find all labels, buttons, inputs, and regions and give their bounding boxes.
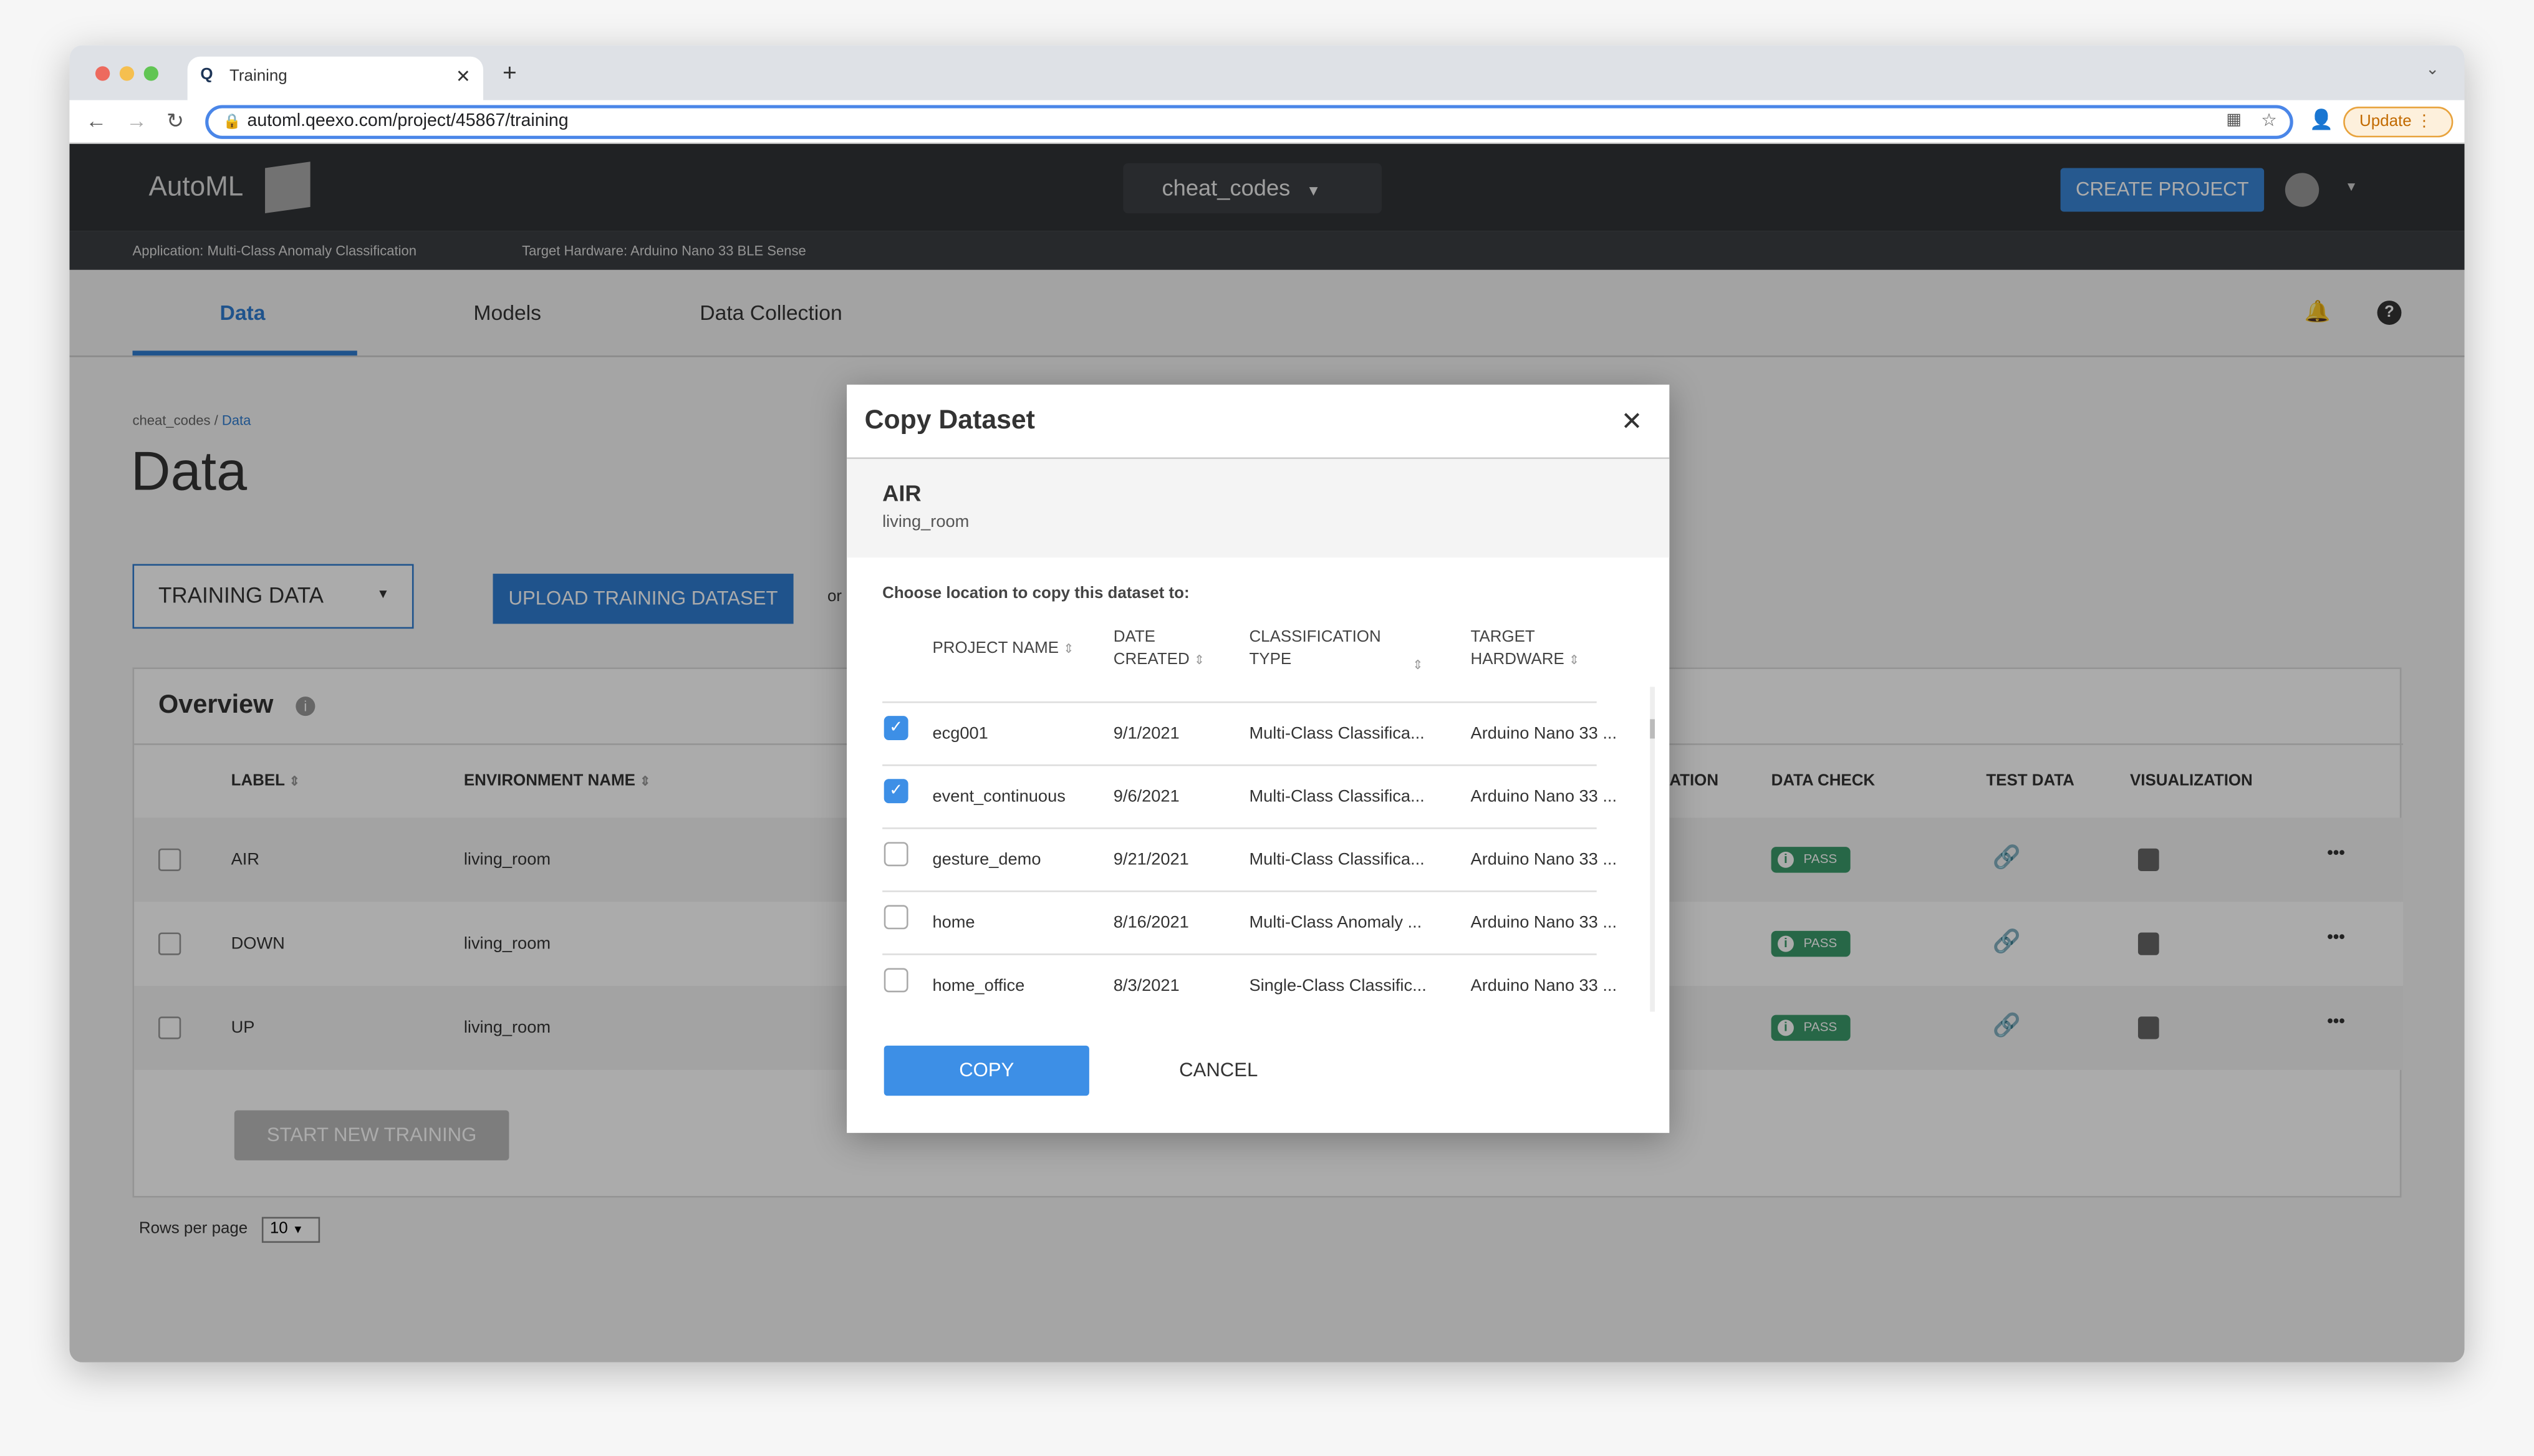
project-name: gesture_demo bbox=[932, 850, 1041, 870]
tab-list-chevron-icon[interactable]: ⌄ bbox=[2426, 61, 2439, 79]
new-tab-icon[interactable]: + bbox=[503, 60, 517, 87]
dataset-label: AIR bbox=[882, 480, 922, 506]
sort-icon: ⇕ bbox=[1568, 653, 1580, 668]
scrollbar-track[interactable] bbox=[1650, 687, 1655, 1012]
date-created: 9/1/2021 bbox=[1113, 724, 1180, 744]
date-created: 8/16/2021 bbox=[1113, 913, 1189, 933]
qr-code-icon[interactable]: ▦ bbox=[2226, 112, 2242, 130]
close-tab-icon[interactable]: ✕ bbox=[456, 66, 471, 87]
reload-icon[interactable]: ↻ bbox=[166, 108, 184, 134]
header-text: PROJECT NAME bbox=[932, 640, 1059, 658]
update-label: Update bbox=[2359, 113, 2412, 131]
project-row[interactable]: ✓ ecg001 9/1/2021 Multi-Class Classifica...… bbox=[882, 701, 1617, 764]
profile-icon[interactable]: 👤 bbox=[2310, 108, 2334, 131]
header-text: HARDWARE bbox=[1470, 651, 1564, 670]
scrollbar-thumb[interactable] bbox=[1650, 719, 1655, 739]
close-icon[interactable]: ✕ bbox=[1621, 406, 1643, 438]
target-hardware: Arduino Nano 33 ... bbox=[1470, 787, 1617, 807]
project-row[interactable]: home 8/16/2021 Multi-Class Anomaly ... Ardu… bbox=[882, 890, 1617, 953]
row-checkbox[interactable] bbox=[884, 905, 908, 930]
row-checkbox[interactable]: ✓ bbox=[884, 779, 908, 804]
project-name: home_office bbox=[932, 976, 1025, 996]
project-row[interactable]: gesture_demo 9/21/2021 Multi-Class Classif… bbox=[882, 827, 1617, 890]
date-created: 9/21/2021 bbox=[1113, 850, 1189, 870]
header-text: CLASSIFICATION bbox=[1249, 629, 1381, 647]
tab-title: Training bbox=[229, 67, 287, 86]
url-input[interactable]: 🔒 automl.qeexo.com/project/45867/trainin… bbox=[205, 105, 2293, 139]
project-name: home bbox=[932, 913, 975, 933]
project-row[interactable]: home_office 8/3/2021 Single-Class Classifi… bbox=[882, 953, 1617, 1016]
update-button[interactable]: Update ⋮ bbox=[2343, 107, 2454, 138]
header-text: DATE bbox=[1113, 629, 1155, 647]
header-project-name[interactable]: PROJECT NAME ⇕ bbox=[932, 639, 1074, 661]
dataset-env: living_room bbox=[882, 512, 970, 532]
tab-bar: Q Training ✕ + ⌄ bbox=[69, 45, 2465, 100]
screen: Q Training ✕ + ⌄ ← → ↻ 🔒 automl.qeexo.co… bbox=[0, 0, 2534, 1456]
lock-icon: 🔒 bbox=[223, 113, 241, 130]
date-created: 9/6/2021 bbox=[1113, 787, 1180, 807]
header-target-hardware[interactable]: TARGET HARDWARE ⇕ bbox=[1471, 627, 1580, 673]
classification-type: Multi-Class Classifica... bbox=[1249, 724, 1425, 744]
project-row[interactable]: ✓ event_continuous 9/6/2021 Multi-Class Cla… bbox=[882, 764, 1617, 827]
copy-button[interactable]: COPY bbox=[884, 1045, 1089, 1096]
browser-window: Q Training ✕ + ⌄ ← → ↻ 🔒 automl.qeexo.co… bbox=[69, 45, 2465, 1362]
minimize-window-button[interactable] bbox=[119, 66, 135, 81]
maximize-window-button[interactable] bbox=[143, 66, 158, 81]
sort-icon: ⇕ bbox=[1412, 657, 1424, 673]
header-classification-type[interactable]: CLASSIFICATION TYPE ⇕ bbox=[1249, 627, 1427, 672]
classification-type: Single-Class Classific... bbox=[1249, 976, 1427, 996]
dataset-summary: AIR living_room bbox=[847, 457, 1670, 558]
date-created: 8/3/2021 bbox=[1113, 976, 1180, 996]
sort-icon: ⇕ bbox=[1193, 653, 1205, 668]
copy-dataset-modal: Copy Dataset ✕ AIR living_room Choose lo… bbox=[847, 384, 1670, 1133]
header-text: TARGET bbox=[1470, 629, 1535, 647]
modal-title: Copy Dataset bbox=[864, 405, 1035, 435]
bookmark-star-icon[interactable]: ☆ bbox=[2261, 110, 2277, 131]
project-name: ecg001 bbox=[932, 724, 988, 744]
header-text: TYPE bbox=[1249, 651, 1292, 670]
project-name: event_continuous bbox=[932, 787, 1066, 807]
classification-type: Multi-Class Classifica... bbox=[1249, 787, 1425, 807]
target-hardware: Arduino Nano 33 ... bbox=[1470, 850, 1617, 870]
url-text: automl.qeexo.com/project/45867/training bbox=[247, 111, 569, 131]
browser-tab[interactable]: Q Training ✕ bbox=[187, 56, 483, 100]
row-checkbox[interactable] bbox=[884, 842, 908, 867]
target-hardware: Arduino Nano 33 ... bbox=[1470, 976, 1617, 996]
back-icon[interactable]: ← bbox=[85, 108, 107, 133]
sort-icon: ⇕ bbox=[1063, 641, 1074, 657]
close-window-button[interactable] bbox=[95, 66, 110, 81]
header-text: CREATED bbox=[1113, 651, 1190, 670]
classification-type: Multi-Class Classifica... bbox=[1249, 850, 1425, 870]
qeexo-favicon-icon: Q bbox=[200, 66, 213, 84]
app: AutoML cheat_codes ▼ CREATE PROJECT ▼ Ap… bbox=[69, 143, 2465, 1362]
header-date-created[interactable]: DATE CREATED ⇕ bbox=[1114, 627, 1205, 673]
target-hardware: Arduino Nano 33 ... bbox=[1470, 913, 1617, 933]
address-bar-row: ← → ↻ 🔒 automl.qeexo.com/project/45867/t… bbox=[69, 100, 2465, 144]
row-checkbox[interactable]: ✓ bbox=[884, 716, 908, 741]
classification-type: Multi-Class Anomaly ... bbox=[1249, 913, 1422, 933]
row-checkbox[interactable] bbox=[884, 968, 908, 993]
copy-prompt: Choose location to copy this dataset to: bbox=[882, 585, 1190, 603]
target-hardware: Arduino Nano 33 ... bbox=[1470, 724, 1617, 744]
cancel-button[interactable]: CANCEL bbox=[1154, 1046, 1283, 1096]
forward-icon[interactable]: → bbox=[126, 108, 147, 133]
